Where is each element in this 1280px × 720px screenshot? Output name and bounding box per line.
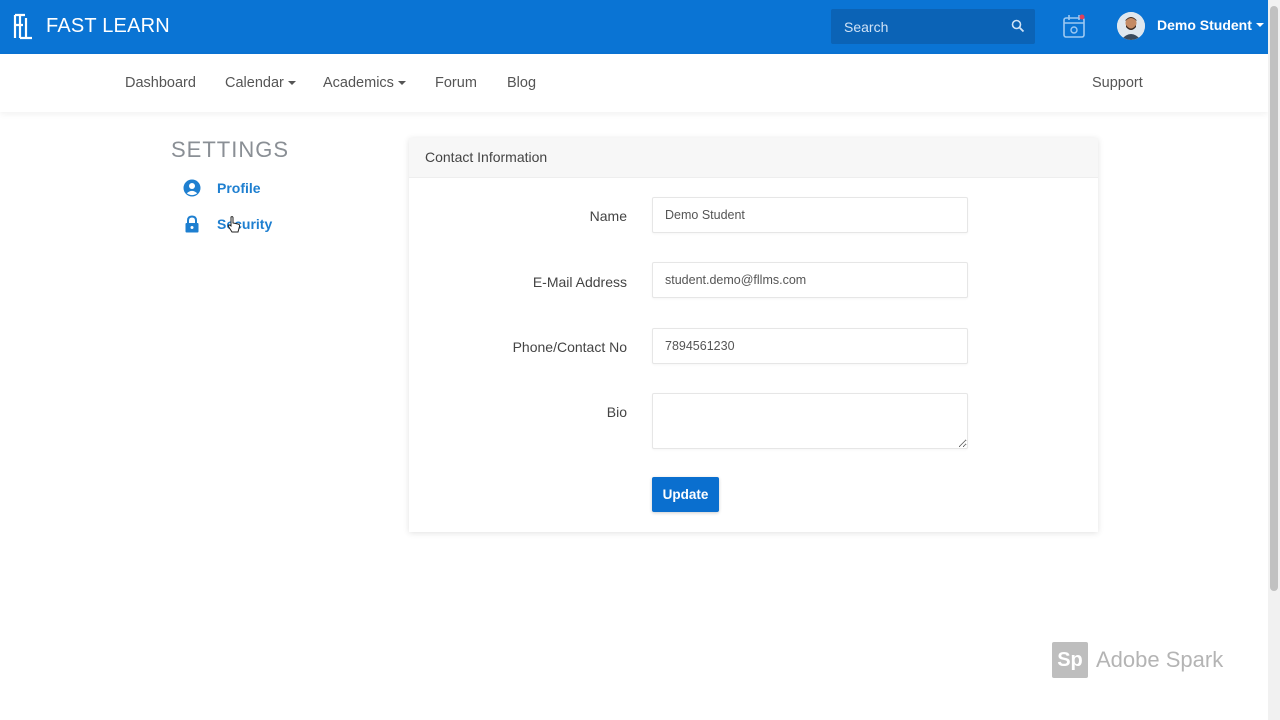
phone-label: Phone/Contact No [512, 339, 627, 355]
sidebar-item-profile[interactable]: Profile [183, 179, 261, 197]
adobe-spark-watermark: Sp Adobe Spark [1052, 642, 1223, 678]
avatar[interactable] [1117, 12, 1145, 40]
brand[interactable]: FAST LEARN [12, 12, 170, 40]
chevron-down-icon [287, 81, 296, 85]
contact-card: Contact Information Name E-Mail Address … [409, 138, 1098, 532]
bio-field[interactable] [652, 393, 968, 449]
search-input[interactable] [831, 18, 1001, 35]
user-circle-icon [183, 179, 201, 197]
chevron-down-icon [1255, 23, 1264, 27]
top-bar: FAST LEARN Demo Student [0, 0, 1268, 54]
sidebar-item-label: Security [217, 216, 273, 232]
nav-calendar[interactable]: Calendar [225, 75, 296, 91]
phone-field[interactable] [652, 328, 968, 364]
nav-label: Dashboard [125, 75, 196, 91]
nav-label: Blog [507, 75, 537, 91]
nav-label: Support [1092, 75, 1143, 91]
update-button[interactable]: Update [652, 477, 719, 512]
chevron-down-icon [397, 81, 406, 85]
brand-logo-icon [13, 13, 32, 40]
brand-name: FAST LEARN [46, 14, 170, 37]
lock-icon [185, 215, 199, 233]
sidebar-item-label: Profile [217, 180, 261, 196]
nav-label: Calendar [225, 75, 284, 91]
main-nav: Dashboard Calendar Academics Forum Blog … [0, 54, 1268, 112]
email-field[interactable] [652, 262, 968, 298]
search-icon[interactable] [1011, 19, 1025, 33]
settings-title: SETTINGS [171, 137, 290, 162]
name-field[interactable] [652, 197, 968, 233]
nav-support[interactable]: Support [1092, 75, 1143, 91]
nav-dashboard[interactable]: Dashboard [125, 75, 196, 91]
spark-logo-icon: Sp [1052, 642, 1088, 678]
nav-label: Forum [435, 75, 477, 91]
watermark-text: Adobe Spark [1096, 647, 1224, 672]
nav-label: Academics [323, 75, 394, 91]
nav-academics[interactable]: Academics [323, 75, 406, 91]
card-header: Contact Information [409, 138, 1098, 178]
email-label: E-Mail Address [532, 274, 627, 290]
bio-label: Bio [606, 404, 627, 420]
page-scrollbar[interactable] [1268, 0, 1280, 720]
avatar-image [1117, 12, 1145, 40]
pointer-cursor-icon [227, 216, 241, 233]
name-label: Name [589, 208, 627, 224]
user-name: Demo Student [1157, 17, 1252, 33]
search-box [831, 9, 1035, 44]
scroll-thumb[interactable] [1270, 6, 1278, 591]
calendar-icon[interactable] [1062, 13, 1086, 39]
user-menu[interactable]: Demo Student [1157, 17, 1264, 33]
nav-forum[interactable]: Forum [435, 75, 477, 91]
nav-blog[interactable]: Blog [507, 75, 536, 91]
